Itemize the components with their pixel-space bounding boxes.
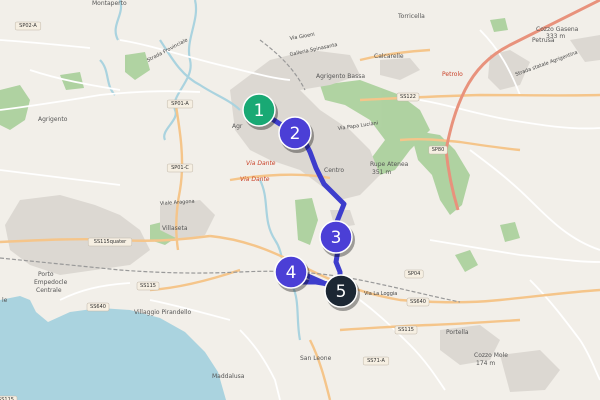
place-label: Centrale [36, 287, 62, 294]
place-label: Porto [38, 271, 54, 278]
svg-text:SS640: SS640 [90, 304, 106, 310]
svg-text:SP04: SP04 [408, 271, 421, 277]
road-shield: SS640 [86, 302, 110, 312]
road-shield: SS71-A [362, 356, 390, 366]
road-label: Via La Loggia [364, 291, 397, 297]
place-label: Cozzo Gasena [536, 26, 579, 33]
road-shield: SS640 [406, 297, 430, 307]
map-canvas[interactable]: Montaperto Torricella Cozzo Gasena 333 m… [0, 0, 600, 400]
place-label: Maddalusa [212, 373, 245, 380]
road-shield: SP04 [404, 269, 424, 279]
svg-text:SP01-A: SP01-A [171, 101, 189, 107]
svg-text:SP02-A: SP02-A [19, 23, 37, 29]
place-label: Petrusa [532, 37, 555, 44]
road-shield: SS115 [136, 281, 160, 291]
place-label: Calcarelle [374, 53, 404, 60]
place-label: Empedocle [34, 279, 68, 286]
road-shield: SP02-A [14, 21, 42, 31]
svg-text:SS122: SS122 [400, 94, 416, 100]
place-label: Agrigento Bassa [316, 73, 365, 80]
road-shield: SS115quater [87, 237, 133, 247]
place-label: Via Dante [240, 176, 270, 183]
place-label: Portella [446, 329, 469, 336]
place-label: Agrigento [38, 116, 68, 123]
route-stop-label: 4 [286, 263, 297, 283]
road-shield: SS115 [394, 325, 418, 335]
place-label: Via Dante [246, 160, 276, 167]
place-label: 174 m [476, 360, 495, 367]
road-shield: SS122 [396, 92, 420, 102]
svg-text:SP01-C: SP01-C [171, 165, 189, 171]
place-label: Villaseta [162, 225, 188, 232]
road-shield: SP01-A [166, 99, 194, 109]
place-label: Petrolo [442, 71, 463, 78]
road-shield: SP01-C [166, 163, 194, 173]
svg-text:SS71-A: SS71-A [367, 358, 385, 364]
place-label: San Leone [300, 355, 332, 362]
svg-text:SS115quater: SS115quater [94, 239, 127, 245]
place-label: Torricella [397, 13, 425, 20]
place-label: Agr [232, 123, 243, 130]
place-label: Villaggio Pirandello [134, 309, 191, 316]
place-label: Montaperto [92, 0, 127, 7]
map-svg: Montaperto Torricella Cozzo Gasena 333 m… [0, 0, 600, 400]
route-stop-label: 2 [290, 124, 301, 144]
svg-text:SS115: SS115 [140, 283, 156, 289]
place-label: Rupe Atenea [370, 161, 409, 168]
svg-text:SS115: SS115 [398, 327, 414, 333]
svg-text:SP80: SP80 [432, 147, 445, 153]
place-label: le [2, 297, 8, 304]
place-label: Cozzo Mole [474, 352, 508, 359]
svg-text:SS640: SS640 [410, 299, 426, 305]
place-label: Centro [324, 167, 344, 174]
place-label: 351 m [372, 169, 391, 176]
route-stop-label: 1 [254, 101, 265, 121]
route-stop-label: 5 [336, 282, 347, 302]
route-stop-label: 3 [331, 228, 342, 248]
road-shield: SS115 [0, 395, 18, 400]
road-shield: SP80 [428, 145, 448, 155]
